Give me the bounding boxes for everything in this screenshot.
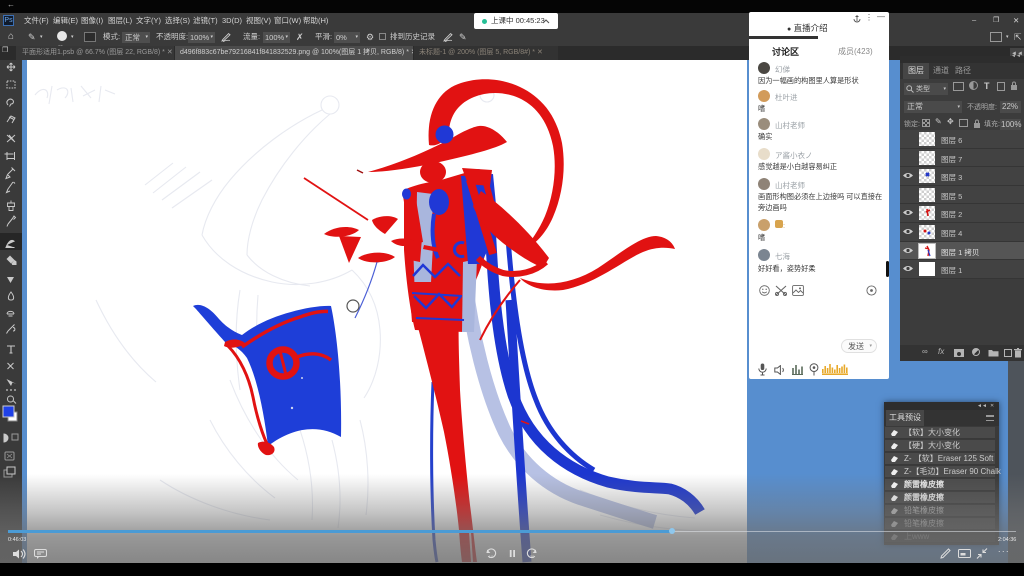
svg-text:10: 10: [489, 554, 494, 559]
svg-text:30: 30: [530, 554, 535, 559]
